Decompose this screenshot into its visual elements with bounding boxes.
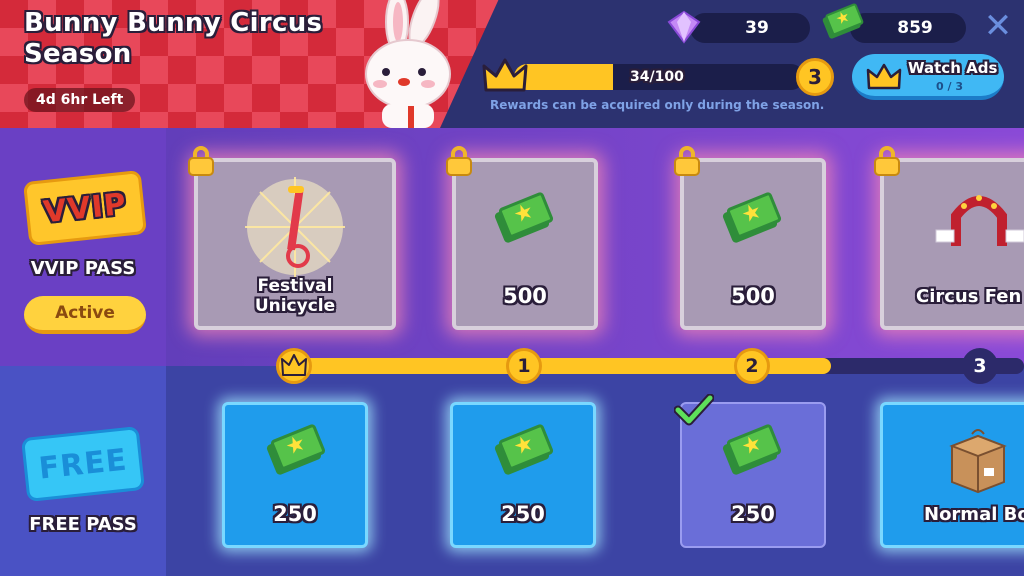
- lock-icon: [674, 146, 700, 176]
- free-reward-card[interactable]: [222, 402, 368, 548]
- free-ticket-icon: FREE: [20, 426, 146, 502]
- checkmark-icon: [674, 394, 714, 426]
- free-reward-card[interactable]: [450, 402, 596, 548]
- bunny-mascot-icon: [365, 0, 451, 128]
- free-reward-label: 250: [731, 502, 775, 526]
- vvip-reward-label: Circus Fen: [916, 286, 1022, 307]
- cash-icon: ★: [265, 423, 327, 476]
- close-button[interactable]: ✕: [982, 9, 1014, 43]
- cash-icon: ★: [493, 423, 555, 476]
- watch-ads-count: 0 / 3: [936, 80, 963, 93]
- crown-icon: [482, 58, 528, 92]
- crown-icon: [866, 63, 902, 90]
- cash-counter: 859: [850, 13, 966, 43]
- lock-icon: [874, 146, 900, 176]
- season-level-badge: 3: [796, 58, 834, 96]
- gem-icon: [667, 10, 701, 44]
- track-node: 1: [506, 348, 542, 384]
- vvip-reward-label: 500: [503, 284, 547, 308]
- free-reward-label: 250: [501, 502, 545, 526]
- track-node: 2: [734, 348, 770, 384]
- season-timer: 4d 6hr Left: [24, 88, 136, 112]
- watch-ads-label: Watch Ads: [908, 59, 998, 77]
- gem-counter: 39: [690, 13, 810, 43]
- track-node-crown: [276, 348, 312, 384]
- vvip-reward-label: Festival Unicycle: [254, 276, 336, 316]
- crown-icon: [281, 354, 307, 376]
- season-note: Rewards can be acquired only during the …: [490, 98, 825, 112]
- unicycle-icon: [245, 177, 345, 277]
- circus-fence-icon: [935, 195, 1024, 246]
- cash-icon: ★: [821, 2, 865, 40]
- vvip-ticket-icon: VVIP: [22, 170, 148, 246]
- free-pass-label: FREE PASS: [29, 514, 137, 535]
- cash-icon: ★: [493, 191, 555, 244]
- lock-icon: [188, 146, 214, 176]
- box-icon: [949, 429, 1007, 494]
- season-progress-text: 34/100: [630, 69, 684, 85]
- vvip-reward-label: 500: [731, 284, 775, 308]
- track-node: 3: [962, 348, 998, 384]
- cash-icon: ★: [721, 191, 783, 244]
- free-reward-label: 250: [273, 502, 317, 526]
- vvip-pass-label: VVIP PASS: [30, 258, 136, 279]
- free-reward-label: Normal Bo: [924, 504, 1024, 525]
- cash-icon: ★: [721, 423, 783, 476]
- season-progress-fill: [514, 64, 613, 90]
- season-title: Bunny Bunny Circus Season: [24, 8, 323, 69]
- lock-icon: [446, 146, 472, 176]
- vvip-active-button[interactable]: Active: [24, 296, 146, 334]
